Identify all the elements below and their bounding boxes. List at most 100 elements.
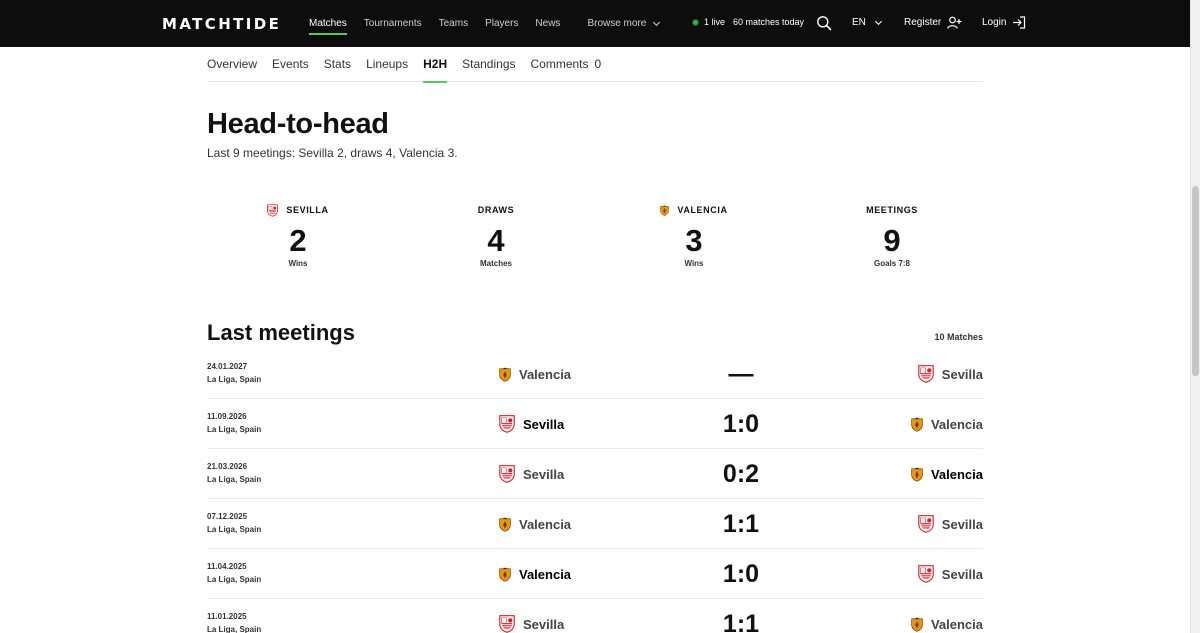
login-icon — [1013, 16, 1026, 29]
team-crest-icon — [499, 465, 523, 483]
home-team[interactable]: Valencia — [499, 549, 571, 599]
away-team[interactable]: Valencia — [911, 399, 983, 449]
browse-more-dropdown[interactable]: Browse more — [587, 0, 661, 47]
away-team[interactable]: Valencia — [911, 599, 983, 633]
team-name: Valencia — [930, 616, 983, 632]
scrollbar-thumb[interactable] — [1192, 186, 1199, 376]
match-league: La Liga, Spain — [207, 475, 262, 484]
away-team[interactable]: Sevilla — [918, 499, 983, 549]
search-button[interactable] — [816, 15, 832, 31]
team-crest-icon — [499, 567, 519, 582]
tab-standings[interactable]: Standings — [462, 47, 515, 82]
tab-comments[interactable]: Comments 0 — [531, 47, 602, 82]
team-crest-icon — [911, 417, 931, 432]
team-name: Sevilla — [523, 416, 565, 432]
match-row[interactable]: 21.03.2026 La Liga, Spain Sevilla 0:2 Va… — [207, 449, 983, 499]
nav-teams[interactable]: Teams — [439, 0, 468, 47]
match-score: — — [728, 360, 754, 388]
browse-more-label: Browse more — [587, 18, 647, 29]
team-crest-icon — [499, 615, 523, 633]
nav-players[interactable]: Players — [485, 0, 518, 47]
team-name: Sevilla — [941, 366, 983, 382]
match-score: 1:0 — [722, 560, 760, 588]
login-button[interactable]: Login — [982, 16, 1026, 29]
live-count: 1 live — [704, 17, 726, 27]
home-team[interactable]: Sevilla — [499, 599, 564, 633]
match-league: La Liga, Spain — [207, 425, 262, 434]
tab-events[interactable]: Events — [272, 47, 309, 82]
register-button[interactable]: Register — [904, 16, 962, 29]
match-row[interactable]: 11.01.2025 La Liga, Spain Sevilla 1:1 Va… — [207, 599, 983, 633]
team-crest-icon — [918, 365, 942, 383]
stat-caption: Matches — [479, 259, 512, 268]
home-team[interactable]: Valencia — [499, 349, 571, 399]
match-date: 11.04.2025 — [207, 562, 247, 571]
team-name: Sevilla — [941, 516, 983, 532]
stat-label: MEETINGS — [866, 205, 918, 215]
stat-caption: Wins — [288, 259, 308, 268]
language-label: EN — [852, 17, 866, 28]
stat-draws: DRAWS 4 Matches — [426, 200, 566, 268]
home-team[interactable]: Valencia — [499, 499, 571, 549]
home-team[interactable]: Sevilla — [499, 399, 564, 449]
search-icon — [817, 16, 832, 31]
team-name: Sevilla — [523, 466, 565, 482]
team-name: Sevilla — [523, 616, 565, 632]
team-name: Valencia — [519, 566, 572, 582]
stat-meetings: MEETINGS 9 Goals 7:8 — [822, 200, 962, 268]
tab-overview[interactable]: Overview — [207, 47, 257, 82]
matches-today: 60 matches today — [733, 17, 805, 27]
comments-count: 0 — [594, 57, 602, 71]
team-name: Valencia — [930, 416, 983, 432]
match-date: 11.09.2026 — [207, 412, 247, 421]
tab-stats[interactable]: Stats — [324, 47, 351, 82]
tab-h2h[interactable]: H2H — [423, 47, 448, 83]
site-logo[interactable]: MATCHTIDE — [162, 15, 281, 33]
stat-label: DRAWS — [477, 205, 515, 215]
stat-caption: Wins — [684, 259, 704, 268]
match-date: 11.01.2025 — [207, 612, 247, 621]
stat-label: VALENCIA — [677, 205, 728, 215]
stat-value: 4 — [487, 223, 505, 258]
sevilla-crest-icon — [267, 203, 286, 217]
home-team[interactable]: Sevilla — [499, 449, 564, 499]
nav-tournaments[interactable]: Tournaments — [364, 0, 422, 47]
team-crest-icon — [918, 565, 942, 583]
away-team[interactable]: Valencia — [911, 449, 983, 499]
login-label: Login — [982, 17, 1007, 28]
match-tabs: Overview Events Stats Lineups H2H Standi… — [207, 47, 983, 83]
page-scrollbar[interactable] — [1190, 0, 1200, 633]
match-row[interactable]: 07.12.2025 La Liga, Spain Valencia 1:1 S… — [207, 499, 983, 549]
match-league: La Liga, Spain — [207, 525, 262, 534]
stat-value: 9 — [883, 223, 901, 258]
team-crest-icon — [499, 517, 519, 532]
match-score: 1:1 — [722, 510, 760, 538]
last-meetings-title: Last meetings — [207, 320, 355, 345]
tab-lineups[interactable]: Lineups — [366, 47, 408, 82]
match-date: 24.01.2027 — [207, 362, 248, 371]
matches-count: 10 Matches — [934, 332, 983, 342]
live-indicator[interactable]: 1 live 60 matches today — [692, 17, 804, 27]
match-league: La Liga, Spain — [207, 625, 262, 633]
team-name: Valencia — [519, 516, 572, 532]
language-selector[interactable]: EN — [852, 17, 882, 28]
page-title: Head-to-head — [207, 108, 389, 140]
team-crest-icon — [499, 367, 519, 382]
valencia-crest-icon — [660, 205, 677, 216]
match-row[interactable]: 11.09.2026 La Liga, Spain Sevilla 1:0 Va… — [207, 399, 983, 449]
away-team[interactable]: Sevilla — [918, 549, 983, 599]
stat-caption: Goals 7:8 — [873, 259, 910, 268]
stat-sevilla-wins: SEVILLA 2 Wins — [228, 200, 368, 268]
stat-value: 3 — [685, 223, 703, 258]
chevron-down-icon — [653, 18, 661, 26]
h2h-summary: Last 9 meetings: Sevilla 2, draws 4, Val… — [207, 146, 458, 160]
chevron-down-icon — [874, 17, 882, 25]
match-score: 1:0 — [722, 410, 760, 438]
match-row[interactable]: 11.04.2025 La Liga, Spain Valencia 1:0 S… — [207, 549, 983, 599]
away-team[interactable]: Sevilla — [918, 349, 983, 399]
stat-valencia-wins: VALENCIA 3 Wins — [624, 200, 764, 268]
nav-matches[interactable]: Matches — [309, 0, 347, 47]
match-date: 07.12.2025 — [207, 512, 248, 521]
nav-news[interactable]: News — [535, 0, 560, 47]
match-row[interactable]: 24.01.2027 La Liga, Spain Valencia — Sev… — [207, 349, 983, 399]
